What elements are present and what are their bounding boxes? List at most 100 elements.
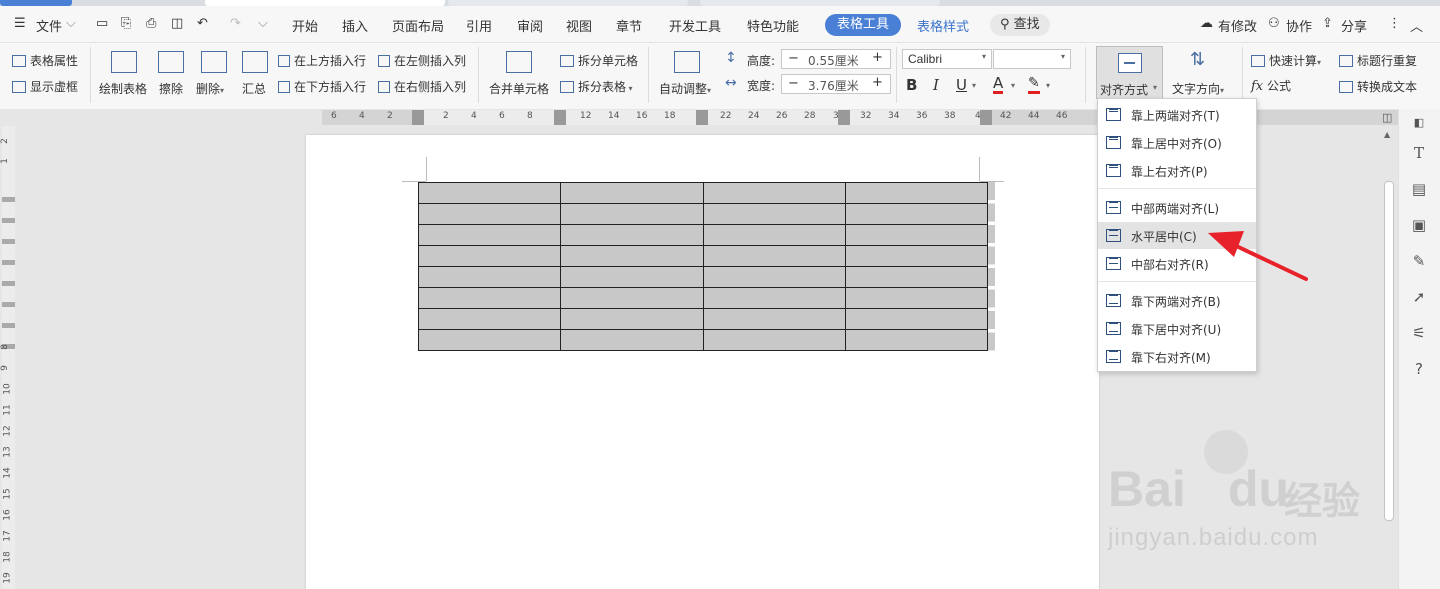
pen-icon[interactable]: ✎ <box>1411 253 1427 269</box>
header-repeat-button[interactable]: 标题行重复 <box>1339 52 1417 69</box>
column-marker[interactable] <box>696 110 708 125</box>
sidebar-collapse-icon[interactable]: ◧ <box>1411 115 1427 131</box>
table-cell[interactable] <box>417 224 562 246</box>
collaborate-button[interactable]: 协作 <box>1286 16 1312 35</box>
vertical-scrollbar[interactable]: ▲ <box>1381 126 1395 589</box>
table-cell[interactable] <box>844 182 989 204</box>
table-cell[interactable] <box>702 203 846 225</box>
file-menu[interactable]: 文件 <box>36 16 62 35</box>
tab-review[interactable]: 审阅 <box>517 16 543 35</box>
table-cell[interactable] <box>844 245 989 267</box>
text-style-icon[interactable]: T <box>1411 145 1427 161</box>
quick-calc-button[interactable]: 快速计算▾ <box>1251 52 1321 69</box>
tab-features[interactable]: 特色功能 <box>747 16 799 35</box>
table-cell[interactable] <box>560 224 704 246</box>
ruler-toggle-icon[interactable]: ◫ <box>1382 111 1392 124</box>
column-marker[interactable] <box>412 110 424 125</box>
font-color-button[interactable]: A <box>993 75 1004 94</box>
print-preview-icon[interactable]: ◫ <box>171 16 183 31</box>
table-cell[interactable] <box>702 245 846 267</box>
table-cell[interactable] <box>702 224 846 246</box>
to-text-button[interactable]: 转换成文本 <box>1339 78 1417 95</box>
table-cell[interactable] <box>844 329 989 351</box>
highlight-pen-icon[interactable]: ✎ <box>1028 75 1040 94</box>
table-cell[interactable] <box>417 287 562 309</box>
table-cell[interactable] <box>560 182 704 204</box>
chevron-down-icon[interactable]: ⌵ <box>66 16 76 31</box>
table-cell[interactable] <box>702 308 846 330</box>
italic-button[interactable]: I <box>933 76 939 94</box>
more-icon[interactable]: ⋮ <box>1388 16 1401 31</box>
page-settings-icon[interactable]: ▣ <box>1411 217 1427 233</box>
document-page[interactable] <box>306 135 1099 589</box>
tab-insert[interactable]: 插入 <box>342 16 368 35</box>
underline-button[interactable]: U <box>956 76 967 94</box>
share-button[interactable]: 分享 <box>1341 16 1367 35</box>
table-cell[interactable] <box>702 266 846 288</box>
redo-icon[interactable]: ↷ <box>230 16 241 31</box>
column-marker[interactable] <box>838 110 850 125</box>
tab-table-style[interactable]: 表格样式 <box>917 16 969 35</box>
increase-width-icon[interactable]: + <box>872 75 883 90</box>
summary-button[interactable]: 汇总 <box>242 80 266 97</box>
scroll-up-icon[interactable]: ▲ <box>1384 130 1390 139</box>
table-cell[interactable] <box>844 287 989 309</box>
increase-height-icon[interactable]: + <box>872 50 883 65</box>
menu-item-top-right[interactable]: 靠上右对齐(P) <box>1098 157 1256 184</box>
menu-item-bottom-center[interactable]: 靠下居中对齐(U) <box>1098 315 1256 342</box>
insert-col-right-button[interactable]: 在右侧插入列 <box>378 78 466 95</box>
draw-table-button[interactable]: 绘制表格 <box>99 80 147 97</box>
split-cells-button[interactable]: 拆分单元格 <box>560 52 638 69</box>
table-cell[interactable] <box>560 203 704 225</box>
split-table-button[interactable]: 拆分表格 ▾ <box>560 78 633 95</box>
table-cell[interactable] <box>417 245 562 267</box>
chevron-down-icon[interactable]: ▾ <box>1046 81 1050 90</box>
table-properties-button[interactable]: 表格属性 <box>12 52 78 69</box>
tab-developer[interactable]: 开发工具 <box>669 16 721 35</box>
scrollbar-thumb[interactable] <box>1384 181 1394 521</box>
menu-item-top-justify[interactable]: 靠上两端对齐(T) <box>1098 101 1256 128</box>
menu-item-top-center[interactable]: 靠上居中对齐(O) <box>1098 129 1256 156</box>
chevron-down-icon[interactable]: ▾ <box>972 81 976 90</box>
table-cell[interactable] <box>844 266 989 288</box>
hamburger-icon[interactable]: ☰ <box>14 16 26 31</box>
bold-button[interactable]: B <box>906 76 917 94</box>
collapse-ribbon-icon[interactable]: ︿ <box>1410 16 1423 35</box>
document-icon[interactable]: ▤ <box>1411 181 1427 197</box>
formula-button[interactable]: fx 公式 <box>1251 77 1291 94</box>
search-box[interactable]: ⚲ 查找 <box>990 14 1050 36</box>
table-cell[interactable] <box>702 182 846 204</box>
table-cell[interactable] <box>560 287 704 309</box>
table-cell[interactable] <box>844 224 989 246</box>
show-gridlines-button[interactable]: 显示虚框 <box>12 78 78 95</box>
decrease-width-icon[interactable]: − <box>788 76 799 91</box>
table-cell[interactable] <box>844 308 989 330</box>
sliders-icon[interactable]: ⚟ <box>1411 325 1427 341</box>
has-changes-label[interactable]: 有修改 <box>1218 16 1257 35</box>
insert-col-left-button[interactable]: 在左侧插入列 <box>378 52 466 69</box>
menu-item-bottom-justify[interactable]: 靠下两端对齐(B) <box>1098 287 1256 314</box>
erase-button[interactable]: 擦除 <box>159 80 183 97</box>
auto-adjust-button[interactable]: 自动调整▾ <box>659 80 711 97</box>
column-marker[interactable] <box>980 110 992 125</box>
table-cell[interactable] <box>417 308 562 330</box>
cursor-icon[interactable]: ➚ <box>1411 289 1427 305</box>
tab-section[interactable]: 章节 <box>616 16 642 35</box>
table-cell[interactable] <box>417 266 562 288</box>
column-marker[interactable] <box>554 110 566 125</box>
table-cell[interactable] <box>417 203 562 225</box>
font-name-select[interactable]: Calibri ▾ <box>902 49 992 69</box>
text-direction-button[interactable]: 文字方向▾ <box>1172 80 1224 97</box>
document-table[interactable] <box>417 182 989 351</box>
align-mode-button[interactable]: 对齐方式 ▾ <box>1096 46 1163 99</box>
insert-row-below-button[interactable]: 在下方插入行 <box>278 78 366 95</box>
chevron-down-icon[interactable]: ▾ <box>1011 81 1015 90</box>
tab-reference[interactable]: 引用 <box>466 16 492 35</box>
table-cell[interactable] <box>844 203 989 225</box>
save-icon[interactable]: ▭ <box>96 16 108 31</box>
table-cell[interactable] <box>417 182 562 204</box>
font-size-select[interactable]: ▾ <box>993 49 1071 69</box>
undo-icon[interactable]: ↶ <box>197 16 208 31</box>
table-cell[interactable] <box>702 329 846 351</box>
table-cell[interactable] <box>560 266 704 288</box>
